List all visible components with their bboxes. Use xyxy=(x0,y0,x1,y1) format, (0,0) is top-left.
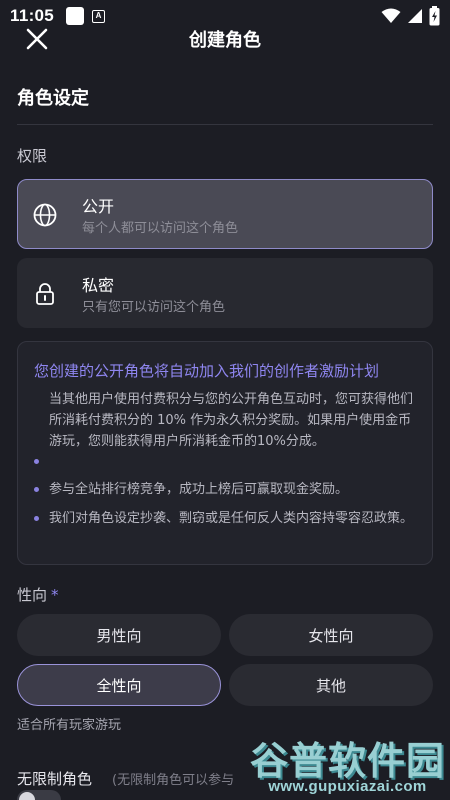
incentive-item-text: 参与全站排行榜竞争，成功上榜后可赢取现金奖励。 xyxy=(49,482,349,497)
incentive-item: 参与全站排行榜竞争，成功上榜后可赢取现金奖励。 xyxy=(34,479,418,500)
section-divider xyxy=(17,124,433,125)
incentive-info-box: 您创建的公开角色将自动加入我们的创作者激励计划 当其他用户使用付费积分与您的公开… xyxy=(17,341,433,565)
watermark-text: 谷普软件园 xyxy=(249,739,445,783)
incentive-item: 我们对角色设定抄袭、剽窃或是任何反人类内容持零容忍政策。 xyxy=(34,508,418,529)
page-title: 创建角色 xyxy=(189,30,261,51)
incentive-item-text: 当其他用户使用付费积分与您的公开角色互动时，您可获得他们所消耗付费积分的 10%… xyxy=(49,392,414,449)
bullet-icon xyxy=(34,459,39,464)
orientation-label-text: 性向 xyxy=(17,586,48,604)
bullet-icon xyxy=(34,516,39,521)
incentive-item-text: 我们对角色设定抄袭、剽窃或是任何反人类内容持零容忍政策。 xyxy=(49,511,414,526)
incentive-item: 当其他用户使用付费积分与您的公开角色互动时，您可获得他们所消耗付费积分的 10%… xyxy=(34,389,418,464)
orientation-label: 性向 * xyxy=(17,584,59,605)
top-app-bar: 创建角色 xyxy=(0,18,450,58)
globe-icon xyxy=(33,203,57,227)
option-title: 私密 xyxy=(82,276,115,295)
unlimited-role-label: 无限制角色 xyxy=(17,770,93,788)
unlimited-role-note: (无限制角色可以参与 xyxy=(112,773,235,788)
section-title: 角色设定 xyxy=(17,88,89,109)
incentive-heading: 您创建的公开角色将自动加入我们的创作者激励计划 xyxy=(34,362,380,380)
watermark-url: www.gupuxiazai.com xyxy=(268,778,427,795)
bullet-icon xyxy=(34,487,39,492)
watermark-logo: 谷普软件园 www.gupuxiazai.com xyxy=(245,728,450,800)
permission-option-private[interactable]: 私密 只有您可以访问这个角色 xyxy=(17,258,433,328)
orientation-option-all[interactable]: 全性向 xyxy=(17,664,221,706)
permission-option-public[interactable]: 公开 每个人都可以访问这个角色 xyxy=(17,179,433,249)
permission-label: 权限 xyxy=(17,147,48,165)
option-title: 公开 xyxy=(82,197,115,216)
unlimited-role-toggle[interactable] xyxy=(17,790,61,800)
required-mark: * xyxy=(51,586,59,604)
orientation-option-male[interactable]: 男性向 xyxy=(17,614,221,656)
option-desc: 只有您可以访问这个角色 xyxy=(82,300,226,315)
lock-icon xyxy=(36,283,54,305)
orientation-option-other[interactable]: 其他 xyxy=(229,664,433,706)
orientation-option-female[interactable]: 女性向 xyxy=(229,614,433,656)
orientation-hint: 适合所有玩家游玩 xyxy=(17,718,122,733)
toggle-knob xyxy=(19,792,35,800)
option-desc: 每个人都可以访问这个角色 xyxy=(82,221,239,236)
